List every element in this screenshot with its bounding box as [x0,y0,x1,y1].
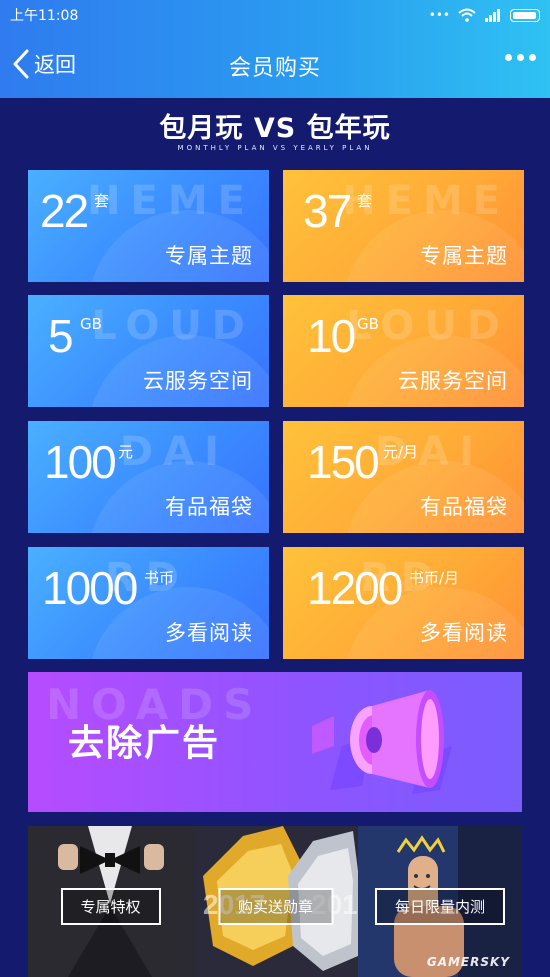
plan-comparison-subtitle: MONTHLY PLAN VS YEARLY PLAN [177,144,373,152]
feature-label: 每日限量内测 [374,888,506,925]
monthly-luckybag-card[interactable]: DAI 100 元 有品福袋 [28,421,269,533]
yearly-reading-card[interactable]: RD 1200 书币/月 多看阅读 [283,547,524,659]
plan-comparison-title: 包月玩 VS 包年玩 [159,113,391,144]
daily-beta-tile[interactable]: 每日限量内测 GAMERSKY [358,826,522,977]
monthly-cloud-card[interactable]: LOUD 5 GB 云服务空间 [28,295,269,407]
more-dot-icon [505,54,512,61]
card-unit: 书币 [144,569,175,587]
card-label: 有品福袋 [420,495,508,519]
card-unit: 套 [94,192,110,210]
remove-ads-banner[interactable]: NOADS 去除广告 [28,672,522,812]
megaphone-icon [312,690,452,794]
monthly-theme-card[interactable]: HEME 22 套 专属主题 [28,170,269,282]
more-dot-icon [517,54,524,61]
card-value: 1000 [42,562,138,614]
yearly-cloud-card[interactable]: LOUD 10 GB 云服务空间 [283,295,524,407]
card-value: 10 [307,310,356,362]
yearly-luckybag-card[interactable]: DAI 150 元/月 有品福袋 [283,421,524,533]
yearly-theme-card[interactable]: HEME 37 套 专属主题 [283,170,524,282]
card-unit: 套 [357,192,373,210]
card-unit: GB [357,315,379,333]
remove-ads-label: 去除广告 [68,723,221,764]
card-label: 多看阅读 [165,621,253,645]
battery-icon [510,8,540,22]
card-value: 150 [307,436,380,488]
card-label: 专属主题 [420,244,508,268]
card-unit: GB [80,315,102,333]
card-value: 22 [40,185,89,237]
status-time: 上午11:08 [10,8,79,24]
card-ghost-text: HEME [87,178,255,224]
status-icons: ••• [429,8,540,22]
more-dot-icon [529,54,536,61]
more-menu-button[interactable] [505,54,536,61]
notification-dots-icon: ••• [428,8,450,22]
back-label: 返回 [34,53,76,77]
card-value: 1200 [307,562,403,614]
exclusive-privilege-tile[interactable]: 专属特权 [28,826,193,977]
purchase-medal-tile[interactable]: 2017 2017 购买送勋章 [193,826,358,977]
status-bar: 上午11:08 ••• [0,0,550,30]
signal-icon [485,9,500,22]
card-unit: 元/月 [383,443,419,461]
feature-label: 专属特权 [60,888,161,925]
feature-label: 购买送勋章 [217,888,334,925]
card-label: 有品福袋 [165,495,253,519]
chevron-left-icon [13,49,29,79]
page-title: 会员购买 [228,56,321,81]
card-label: 云服务空间 [143,369,253,393]
card-label: 专属主题 [165,244,253,268]
card-label: 多看阅读 [420,621,508,645]
card-value: 100 [44,436,117,488]
card-ghost-text: DAI [119,429,229,475]
card-unit: 元 [118,443,134,461]
wifi-icon [458,8,476,22]
card-value: 5 [48,310,74,362]
card-ghost-text: LOUD [91,303,255,349]
card-value: 37 [303,185,352,237]
card-label: 云服务空间 [398,369,508,393]
nav-bar: 返回 会员购买 [0,30,550,98]
watermark: GAMERSKY [426,955,510,969]
back-button[interactable]: 返回 [10,48,76,80]
card-unit: 书币/月 [409,569,460,587]
monthly-reading-card[interactable]: RD 1000 书币 多看阅读 [28,547,269,659]
